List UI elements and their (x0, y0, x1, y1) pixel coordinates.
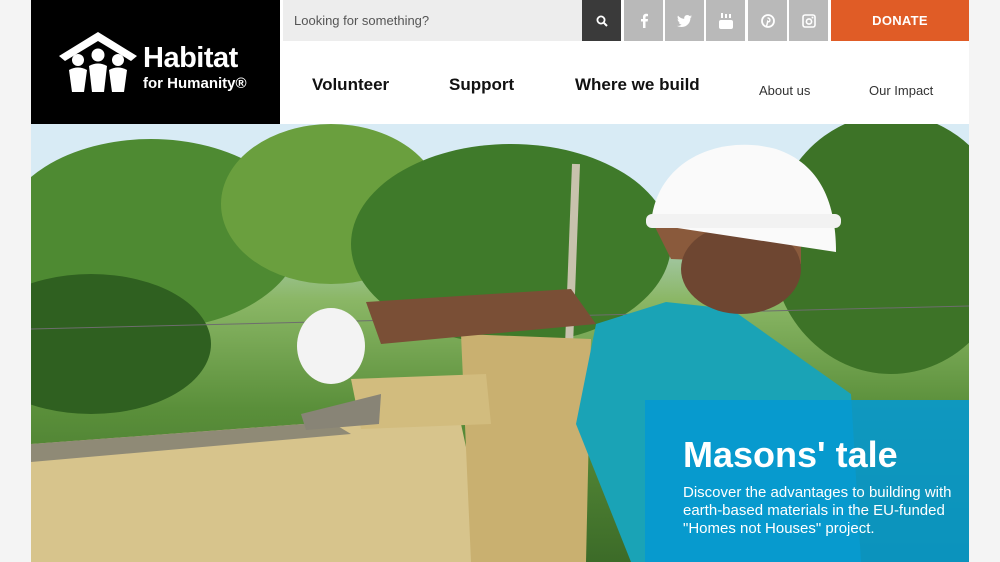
logo[interactable]: Habitat for Humanity® (31, 0, 280, 124)
logo-title: Habitat (143, 42, 238, 74)
habitat-house-logo-icon (59, 32, 137, 92)
pinterest-icon (760, 13, 775, 28)
facebook-icon (640, 13, 648, 28)
site-container: Habitat for Humanity® Looking for someth… (31, 0, 969, 562)
donate-button[interactable]: DONATE (831, 0, 969, 41)
search-icon (596, 15, 608, 27)
youtube-button[interactable] (706, 0, 745, 41)
nav-our-impact[interactable]: Our Impact (869, 83, 933, 98)
facebook-button[interactable] (624, 0, 663, 41)
nav-volunteer[interactable]: Volunteer (312, 75, 389, 95)
feature-title: Masons' tale (683, 434, 898, 475)
nav-where-we-build[interactable]: Where we build (575, 75, 700, 95)
feature-description: Discover the advantages to building with… (683, 484, 952, 537)
feature-card[interactable]: Masons' tale Discover the advantages to … (645, 400, 969, 562)
nav-about-us[interactable]: About us (759, 83, 810, 98)
pinterest-button[interactable] (748, 0, 787, 41)
instagram-button[interactable] (789, 0, 828, 41)
nav-support[interactable]: Support (449, 75, 514, 95)
twitter-icon (677, 14, 692, 27)
youtube-icon (718, 12, 733, 29)
search-input[interactable] (283, 0, 582, 41)
hero-banner[interactable]: Masons' tale Discover the advantages to … (31, 124, 969, 562)
instagram-icon (801, 13, 816, 28)
twitter-button[interactable] (665, 0, 704, 41)
logo-subtitle: for Humanity® (143, 75, 247, 92)
search-button[interactable] (582, 0, 621, 41)
